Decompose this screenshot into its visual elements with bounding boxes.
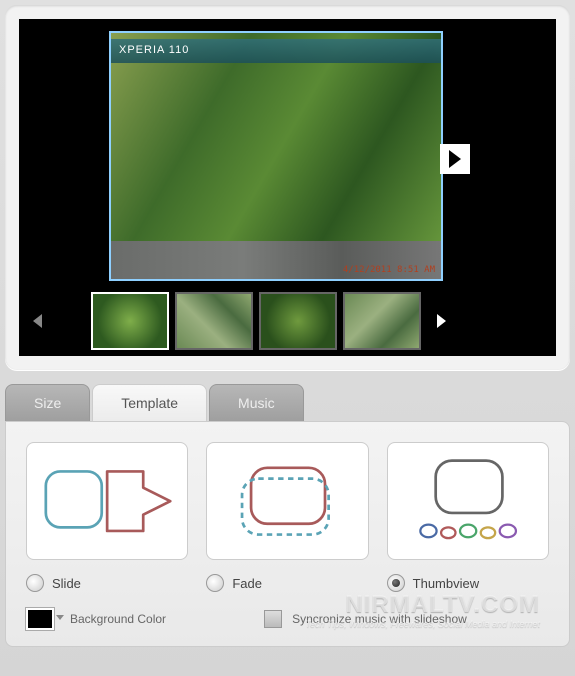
radio-icon (206, 574, 224, 592)
sync-music-label: Syncronize music with slideshow (292, 612, 467, 626)
tab-template[interactable]: Template (92, 384, 207, 421)
radio-option-thumbview[interactable]: Thumbview (387, 574, 549, 592)
settings-tabs: Size Template Music (5, 384, 570, 421)
transition-cards (26, 442, 549, 560)
next-photo-button[interactable] (440, 144, 470, 174)
transition-card-slide[interactable] (26, 442, 188, 560)
radio-option-slide[interactable]: Slide (26, 574, 188, 592)
thumbview-transition-icon (396, 449, 540, 553)
main-photo: XPERIA 110 4/12/2011 8:51 AM (111, 33, 441, 279)
chevron-right-icon (437, 314, 446, 328)
radio-option-fade[interactable]: Fade (206, 574, 368, 592)
settings-panel: Size Template Music (5, 384, 570, 647)
thumbnails-prev-button[interactable] (29, 292, 45, 350)
photo-title-text: XPERIA 110 (119, 44, 189, 56)
transition-card-thumbview[interactable] (387, 442, 549, 560)
thumbnails-next-button[interactable] (433, 292, 449, 350)
thumbnail[interactable] (91, 292, 169, 350)
tab-template-label: Template (121, 395, 178, 411)
tab-music[interactable]: Music (209, 384, 304, 421)
fade-transition-icon (215, 449, 359, 553)
photo-title-bar: XPERIA 110 (111, 39, 441, 63)
template-tab-body: Slide Fade Thumbview Background Color (5, 421, 570, 647)
tab-size-label: Size (34, 395, 61, 411)
radio-icon (387, 574, 405, 592)
main-photo-frame: XPERIA 110 4/12/2011 8:51 AM (109, 31, 443, 281)
thumbnail[interactable] (259, 292, 337, 350)
chevron-left-icon (33, 314, 42, 328)
photo-timestamp: 4/12/2011 8:51 AM (343, 265, 435, 275)
background-color-picker[interactable] (26, 608, 54, 630)
template-options-row: Background Color Syncronize music with s… (26, 608, 549, 630)
sync-music-checkbox[interactable] (264, 610, 282, 628)
tab-music-label: Music (238, 395, 275, 411)
radio-icon (26, 574, 44, 592)
thumbnail[interactable] (343, 292, 421, 350)
radio-label-slide: Slide (52, 576, 81, 591)
radio-label-fade: Fade (232, 576, 262, 591)
chevron-right-icon (449, 150, 461, 168)
transition-card-fade[interactable] (206, 442, 368, 560)
background-color-label: Background Color (70, 612, 166, 626)
radio-label-thumbview: Thumbview (413, 576, 479, 591)
play-slideshow-button[interactable] (522, 309, 546, 333)
thumbnail-list (91, 292, 421, 350)
thumbnail-strip (19, 286, 556, 356)
transition-radio-group: Slide Fade Thumbview (26, 574, 549, 592)
slideshow-preview-panel: XPERIA 110 4/12/2011 8:51 AM (5, 5, 570, 370)
tab-size[interactable]: Size (5, 384, 90, 421)
slideshow-stage: XPERIA 110 4/12/2011 8:51 AM (19, 19, 556, 356)
thumbnail[interactable] (175, 292, 253, 350)
slide-transition-icon (35, 449, 179, 553)
